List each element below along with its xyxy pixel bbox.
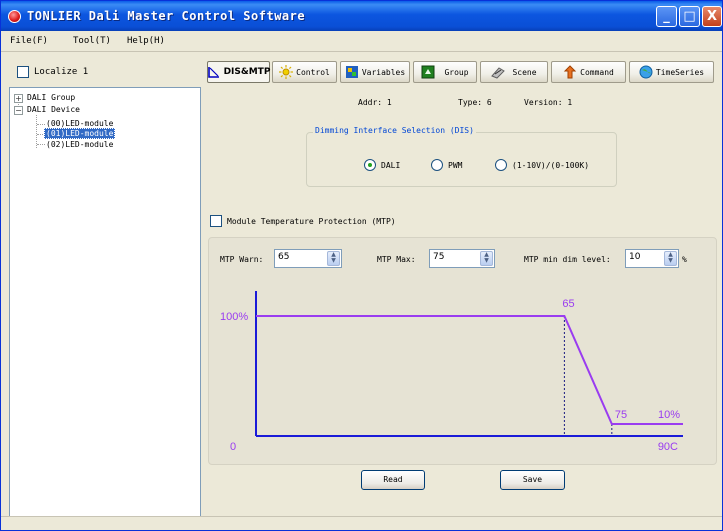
tree-item-led-module-02[interactable]: (02)LED-module — [46, 140, 113, 150]
x-max-label: 90C — [658, 441, 678, 453]
title-bar[interactable]: TONLIER Dali Master Control Software _ □… — [1, 1, 722, 31]
mtp-checkbox[interactable] — [210, 215, 222, 227]
min-level-label: 10% — [658, 409, 680, 421]
mtp-checkbox-label: Module Temperature Protection (MTP) — [227, 216, 396, 226]
variables-icon — [345, 65, 359, 79]
mtp-option[interactable]: Module Temperature Protection (MTP) — [210, 215, 396, 227]
tree-item-dali-group[interactable]: DALI Group — [27, 93, 75, 103]
tab-label: Command — [580, 67, 614, 77]
menu-file[interactable]: File(F) — [10, 36, 48, 46]
tab-command[interactable]: Command — [551, 61, 626, 83]
sun-icon — [279, 65, 294, 79]
tab-control[interactable]: Control — [272, 61, 337, 83]
tree-connector — [37, 124, 45, 125]
minimize-button[interactable]: _ — [656, 6, 677, 27]
radio-label: PWM — [448, 160, 463, 170]
read-button[interactable]: Read — [361, 470, 425, 490]
tab-label: Variables — [361, 67, 406, 77]
radio-button[interactable] — [495, 159, 507, 171]
tab-label: DIS&MTP — [223, 67, 271, 77]
radio-button[interactable] — [431, 159, 443, 171]
dis-mtp-icon — [207, 65, 221, 79]
tree-item-label-selected: (01)LED-module — [44, 128, 116, 139]
mtp-min-dim-input[interactable]: 10 ▲ ▼ — [625, 249, 679, 268]
percent-sign: % — [682, 255, 687, 264]
maximize-button[interactable]: □ — [679, 6, 700, 27]
tab-dis-mtp[interactable]: DIS&MTP — [207, 61, 270, 83]
menu-help[interactable]: Help(H) — [127, 36, 165, 46]
save-button[interactable]: Save — [500, 470, 565, 490]
tab-variables[interactable]: Variables — [340, 61, 410, 83]
window-title: TONLIER Dali Master Control Software — [27, 9, 306, 23]
tree-expand-toggle[interactable]: + — [14, 94, 23, 103]
spin-arrows-icon[interactable]: ▲ ▼ — [327, 251, 340, 266]
tree-item-label: (02)LED-module — [46, 140, 114, 149]
radio-pwm[interactable]: PWM — [431, 159, 462, 171]
app-logo-icon — [8, 10, 21, 23]
group-icon — [421, 65, 435, 79]
origin-label: 0 — [230, 441, 236, 453]
tree-item-label: (00)LED-module — [46, 119, 114, 128]
command-icon — [563, 65, 577, 79]
tab-timeseries[interactable]: TimeSeries — [629, 61, 714, 83]
spin-arrows-icon[interactable]: ▲ ▼ — [664, 251, 677, 266]
warn-temp-label: 65 — [562, 298, 574, 310]
mtp-warn-value: 65 — [278, 252, 290, 262]
tree-collapse-toggle[interactable]: − — [14, 106, 23, 115]
mtp-max-value: 75 — [433, 252, 445, 262]
radio-dali[interactable]: DALI — [364, 159, 400, 171]
radio-label: (1-10V)/(0-100K) — [512, 160, 590, 170]
addr-text: Addr: 1 — [358, 98, 392, 107]
tree-item-label: DALI Device — [27, 105, 80, 114]
dis-groupbox-title: Dimming Interface Selection (DIS) — [313, 126, 476, 135]
status-bar — [1, 516, 722, 530]
mtp-max-input[interactable]: 75 ▲ ▼ — [429, 249, 495, 268]
mtp-warn-label: MTP Warn: — [220, 255, 264, 264]
tree-connector — [37, 144, 45, 145]
version-text: Version: 1 — [524, 98, 573, 107]
menu-tool[interactable]: Tool(T) — [73, 36, 111, 46]
type-text: Type: 6 — [458, 98, 492, 107]
localize-label: Localize 1 — [34, 67, 89, 77]
tab-label: Group — [444, 67, 469, 77]
globe-icon — [639, 65, 653, 79]
radio-analog[interactable]: (1-10V)/(0-100K) — [495, 159, 589, 171]
device-tree[interactable]: + DALI Group − DALI Device (00)LED-modul… — [9, 87, 201, 519]
tab-group[interactable]: Group — [413, 61, 477, 83]
menu-bar: File(F) Tool(T) Help(H) — [1, 31, 722, 52]
max-temp-label: 75 — [615, 409, 627, 421]
mtp-curve-chart: 100% 0 65 75 10% 90C — [220, 291, 683, 453]
tab-label: Control — [296, 67, 330, 77]
tree-item-led-module-01[interactable]: (01)LED-module — [44, 128, 116, 139]
tab-label: Scene — [512, 67, 537, 77]
mtp-curve-line — [256, 315, 683, 425]
radio-label: DALI — [381, 160, 401, 170]
tab-scene[interactable]: Scene — [480, 61, 548, 83]
radio-button-selected[interactable] — [364, 159, 376, 171]
tree-item-label: DALI Group — [27, 93, 76, 102]
spin-arrows-icon[interactable]: ▲ ▼ — [480, 251, 493, 266]
mtp-max-label: MTP Max: — [377, 255, 416, 264]
y-max-label: 100% — [220, 311, 248, 323]
localize-option[interactable]: Localize 1 — [17, 66, 88, 78]
tab-label: TimeSeries — [655, 67, 705, 77]
close-button[interactable]: X — [702, 6, 722, 27]
mtp-min-dim-value: 10 — [629, 252, 641, 262]
mtp-warn-input[interactable]: 65 ▲ ▼ — [274, 249, 342, 268]
localize-checkbox[interactable] — [17, 66, 29, 78]
tree-item-dali-device[interactable]: DALI Device — [27, 105, 80, 115]
scene-icon — [491, 65, 506, 79]
app-window: TONLIER Dali Master Control Software _ □… — [0, 0, 723, 531]
mtp-min-dim-label: MTP min dim level: — [524, 255, 611, 264]
